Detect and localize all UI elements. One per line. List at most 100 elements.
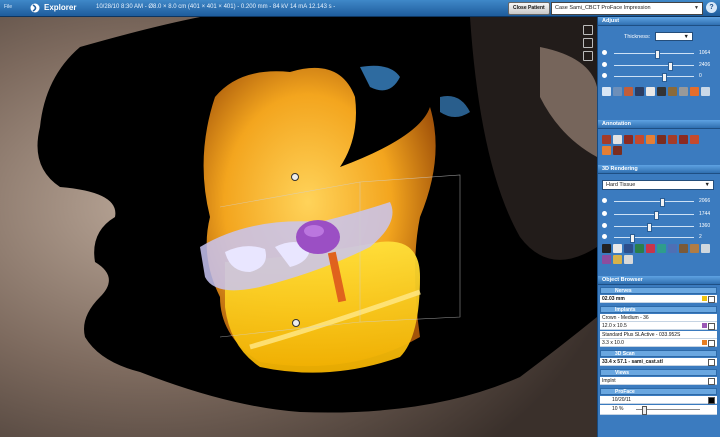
note-icon[interactable] [602, 146, 611, 155]
quality-icon [602, 234, 607, 239]
implant-item-size[interactable]: 3.3 x 10.0 [600, 339, 717, 347]
proface-item[interactable]: 10/20/11 [600, 396, 717, 404]
opacity-slider[interactable] [636, 406, 700, 415]
3d-viewport[interactable] [0, 17, 597, 437]
arrow-icon[interactable] [635, 135, 644, 144]
light-icon[interactable] [613, 244, 622, 253]
case-select[interactable]: Case Sami_CBCT ProFace Impression ▼ [551, 2, 703, 15]
section-object-browser[interactable]: Object Browser [598, 276, 720, 285]
export-icon[interactable] [613, 146, 622, 155]
views-group[interactable]: Views [600, 369, 717, 376]
skull-preset-icon[interactable] [701, 244, 710, 253]
visibility-checkbox[interactable] [708, 296, 715, 303]
camera-icon[interactable] [583, 38, 593, 48]
adjust-toolbar [602, 87, 717, 96]
render-slider-3[interactable]: 1360 [602, 223, 717, 232]
implant-item[interactable]: Crown - Medium - 36 [600, 314, 717, 322]
thickness-label: Thickness: [624, 34, 651, 40]
ruler-icon[interactable] [602, 135, 611, 144]
nerves-group[interactable]: Nerves [600, 287, 717, 294]
pan-icon[interactable] [624, 87, 633, 96]
adjust-slider-3[interactable]: 0 [602, 73, 717, 82]
3d-scan-group[interactable]: 3D Scan [600, 350, 717, 357]
adjust-slider-2[interactable]: 2406 [602, 62, 717, 71]
clip-icon[interactable] [624, 244, 633, 253]
brightness-icon [602, 198, 607, 203]
color-swatch[interactable] [702, 323, 707, 328]
section-adjust[interactable]: Adjust [598, 17, 720, 26]
viewport-tools [583, 25, 593, 64]
visibility-checkbox[interactable] [708, 378, 715, 385]
delete-icon[interactable] [679, 135, 688, 144]
file-menu[interactable]: File [4, 4, 12, 10]
rotate-icon[interactable] [613, 87, 622, 96]
slider-value: 1064 [699, 50, 711, 56]
side-panel: Adjust Thickness: ▼ 1064 2406 0 Annotati… [597, 17, 720, 437]
close-patient-button[interactable]: Close Patient [508, 2, 550, 15]
adjust-slider-1[interactable]: 1064 [602, 50, 717, 59]
implant-item-label: Standard Plus SLActive - 033.952S [602, 332, 681, 338]
proface-opacity[interactable]: 10 % [600, 405, 717, 415]
area-icon[interactable] [646, 135, 655, 144]
render-preset-value: Hard Tissue [606, 182, 636, 188]
visibility-checkbox[interactable] [708, 397, 715, 404]
nerve-item[interactable]: 02.03 mm [600, 295, 717, 303]
tool-icon[interactable] [690, 87, 699, 96]
slider-value: 2066 [699, 198, 711, 204]
yellow-preset-icon[interactable] [613, 255, 622, 264]
print-icon[interactable] [701, 87, 710, 96]
density-icon[interactable] [657, 135, 666, 144]
crop-icon[interactable] [668, 87, 677, 96]
render-slider-2[interactable]: 1744 [602, 211, 717, 220]
help-button[interactable]: ? [706, 2, 717, 13]
marker [292, 319, 300, 327]
rendering-toolbar [602, 244, 717, 264]
visibility-checkbox[interactable] [708, 340, 715, 347]
screenshot-icon[interactable] [657, 87, 666, 96]
measure-icon[interactable] [635, 87, 644, 96]
scan-item[interactable]: 33.4 x 57.1 - sami_cast.stl [600, 358, 717, 366]
green-preset-icon[interactable] [635, 244, 644, 253]
chevron-down-icon: ▼ [694, 5, 699, 11]
skin-preset-icon[interactable] [690, 244, 699, 253]
blue-preset-icon[interactable] [668, 244, 677, 253]
chevron-down-icon: ▼ [683, 34, 689, 40]
visibility-checkbox[interactable] [708, 359, 715, 366]
grid-preset-icon[interactable] [624, 255, 633, 264]
red-preset-icon[interactable] [646, 244, 655, 253]
slider-value: 2 [699, 234, 702, 240]
section-3d-rendering[interactable]: 3D Rendering [598, 165, 720, 174]
proface-opacity-value: 10 % [612, 406, 624, 412]
color-swatch[interactable] [702, 340, 707, 345]
reset-icon[interactable] [646, 87, 655, 96]
angle-icon[interactable] [613, 135, 622, 144]
teal-preset-icon[interactable] [657, 244, 666, 253]
render-slider-4[interactable]: 2 [602, 234, 717, 243]
thickness-select[interactable]: ▼ [655, 32, 693, 41]
visibility-checkbox[interactable] [708, 323, 715, 330]
grid-icon[interactable] [679, 87, 688, 96]
hide-icon[interactable] [690, 135, 699, 144]
zoom-icon[interactable] [602, 87, 611, 96]
window-icon[interactable] [583, 25, 593, 35]
render-preset-select[interactable]: Hard Tissue ▼ [602, 180, 714, 190]
implants-group[interactable]: Implants [600, 306, 717, 313]
render-mode-icon[interactable] [602, 244, 611, 253]
app-logo-icon [30, 3, 40, 13]
contrast-icon [602, 62, 607, 67]
title-bar: File Explorer 10/28/10 8:30 AM - Ø8.0 × … [0, 0, 720, 17]
profile-icon[interactable] [668, 135, 677, 144]
render-slider-1[interactable]: 2066 [602, 198, 717, 207]
purple-preset-icon[interactable] [602, 255, 611, 264]
gamma-icon [602, 73, 607, 78]
color-swatch[interactable] [702, 296, 707, 301]
section-annotation[interactable]: Annotation [598, 120, 720, 129]
text-icon[interactable] [624, 135, 633, 144]
settings-icon[interactable] [583, 51, 593, 61]
implant-item[interactable]: Standard Plus SLActive - 033.952S [600, 331, 717, 339]
brown-preset-icon[interactable] [679, 244, 688, 253]
slider-value: 0 [699, 73, 702, 79]
proface-group[interactable]: ProFace [600, 388, 717, 395]
implant-item-size[interactable]: 12.0 x 10.5 [600, 322, 717, 330]
view-item[interactable]: Implnt [600, 377, 717, 385]
